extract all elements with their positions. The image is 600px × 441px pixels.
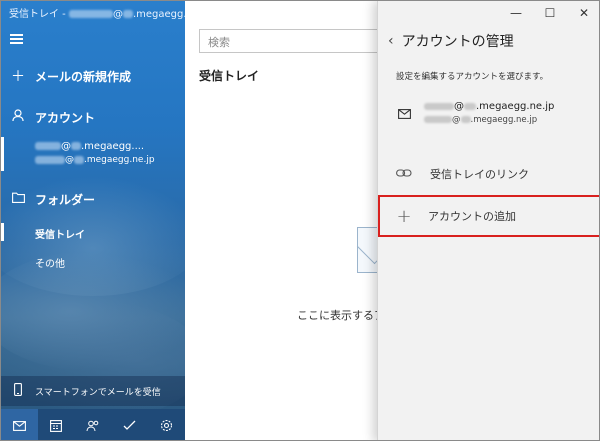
mail-app-window: 受信トレイ - @ .megaegg.ne.jp ＋ メールの新規作成 アカウント… <box>0 0 600 441</box>
accounts-header[interactable]: アカウント <box>1 102 185 132</box>
account-entry-name: @ .megaegg.ne.jp <box>424 101 554 112</box>
account-item[interactable]: @ .megaegg.... @ .megaegg.ne.jp <box>1 135 185 175</box>
window-title: 受信トレイ - @ .megaegg.ne.jp <box>9 5 185 20</box>
redacted-text <box>424 116 452 123</box>
folder-inbox-label: 受信トレイ <box>35 230 85 241</box>
new-mail-button[interactable]: ＋ メールの新規作成 <box>1 61 185 91</box>
back-chevron-icon[interactable]: ‹ <box>388 33 394 49</box>
redacted-text <box>460 116 471 123</box>
redacted-text <box>464 102 476 110</box>
list-title: 受信トレイ <box>199 69 260 83</box>
link-inboxes-button[interactable]: 受信トレイのリンク <box>378 161 599 187</box>
window-title-domain: .megaegg.ne.jp <box>132 9 185 20</box>
account-name: @ .megaegg.... <box>35 141 144 152</box>
redacted-text <box>424 102 454 110</box>
selection-indicator <box>1 223 4 241</box>
link-icon <box>378 167 430 182</box>
account-entry-email: @ .megaegg.ne.jp <box>424 115 537 125</box>
flyout-subtitle: 設定を編集するアカウントを選びます。 <box>396 72 549 82</box>
message-list-pane: 検索 受信トレイ ここに表示するア <box>185 1 391 440</box>
plus-icon: + <box>396 205 412 227</box>
account-entry[interactable]: @ .megaegg.ne.jp @ .megaegg.ne.jp <box>396 97 596 133</box>
redacted-text <box>35 155 65 164</box>
manage-accounts-flyout: — ☐ ✕ ‹ アカウントの管理 設定を編集するアカウントを選びます。 @ .me… <box>377 1 599 440</box>
window-title-prefix: 受信トレイ - <box>9 9 69 20</box>
account-entry-name-at: @ <box>454 101 464 112</box>
close-button[interactable]: ✕ <box>567 1 599 25</box>
new-mail-label: メールの新規作成 <box>35 69 132 84</box>
search-input[interactable]: 検索 <box>199 29 389 53</box>
flyout-title: アカウントの管理 <box>401 34 514 50</box>
window-controls: — ☐ ✕ <box>499 1 599 25</box>
account-email: @ .megaegg.ne.jp <box>35 155 155 165</box>
people-icon[interactable] <box>75 409 112 440</box>
mail-icon <box>398 108 411 123</box>
mail-icon[interactable] <box>1 409 38 440</box>
account-email-domain: .megaegg.ne.jp <box>84 155 155 165</box>
account-entry-name-domain: .megaegg.ne.jp <box>476 101 555 112</box>
account-name-at: @ <box>61 141 71 152</box>
get-mail-on-phone-link[interactable]: スマートフォンでメールを受信 <box>1 376 185 406</box>
folder-icon <box>1 191 35 207</box>
minimize-button[interactable]: — <box>499 1 533 25</box>
account-entry-email-at: @ <box>452 115 461 125</box>
navigation-pane: 受信トレイ - @ .megaegg.ne.jp ＋ メールの新規作成 アカウント… <box>1 1 185 440</box>
person-icon <box>1 108 35 126</box>
settings-icon[interactable] <box>148 409 185 440</box>
redacted-text <box>122 10 133 18</box>
redacted-text <box>68 10 113 18</box>
maximize-button[interactable]: ☐ <box>533 1 567 25</box>
folders-header[interactable]: フォルダー <box>1 184 185 214</box>
account-email-at: @ <box>65 155 74 165</box>
folder-inbox[interactable]: 受信トレイ <box>1 221 185 243</box>
flyout-header: ‹ アカウントの管理 <box>388 31 514 51</box>
empty-state-message: ここに表示するア <box>297 309 385 322</box>
redacted-text <box>71 142 81 150</box>
phone-link-label: スマートフォンでメールを受信 <box>35 387 161 398</box>
account-entry-email-domain: .megaegg.ne.jp <box>470 115 538 125</box>
add-account-label: アカウントの追加 <box>428 210 516 223</box>
link-inboxes-label: 受信トレイのリンク <box>430 168 529 181</box>
selection-indicator <box>1 137 4 171</box>
redacted-text <box>74 155 84 164</box>
accounts-header-label: アカウント <box>35 110 96 125</box>
calendar-icon[interactable] <box>38 409 75 440</box>
redacted-text <box>35 142 61 150</box>
app-switcher-bar <box>1 409 185 440</box>
todo-icon[interactable] <box>111 409 148 440</box>
add-account-button[interactable]: + アカウントの追加 <box>378 195 599 237</box>
plus-icon: ＋ <box>11 69 25 85</box>
folder-other[interactable]: その他 <box>35 255 65 270</box>
account-name-domain: .megaegg.... <box>81 141 145 152</box>
folders-header-label: フォルダー <box>35 192 96 207</box>
hamburger-menu-icon[interactable] <box>10 34 23 44</box>
window-title-at: @ <box>112 9 123 20</box>
phone-icon <box>1 383 35 399</box>
